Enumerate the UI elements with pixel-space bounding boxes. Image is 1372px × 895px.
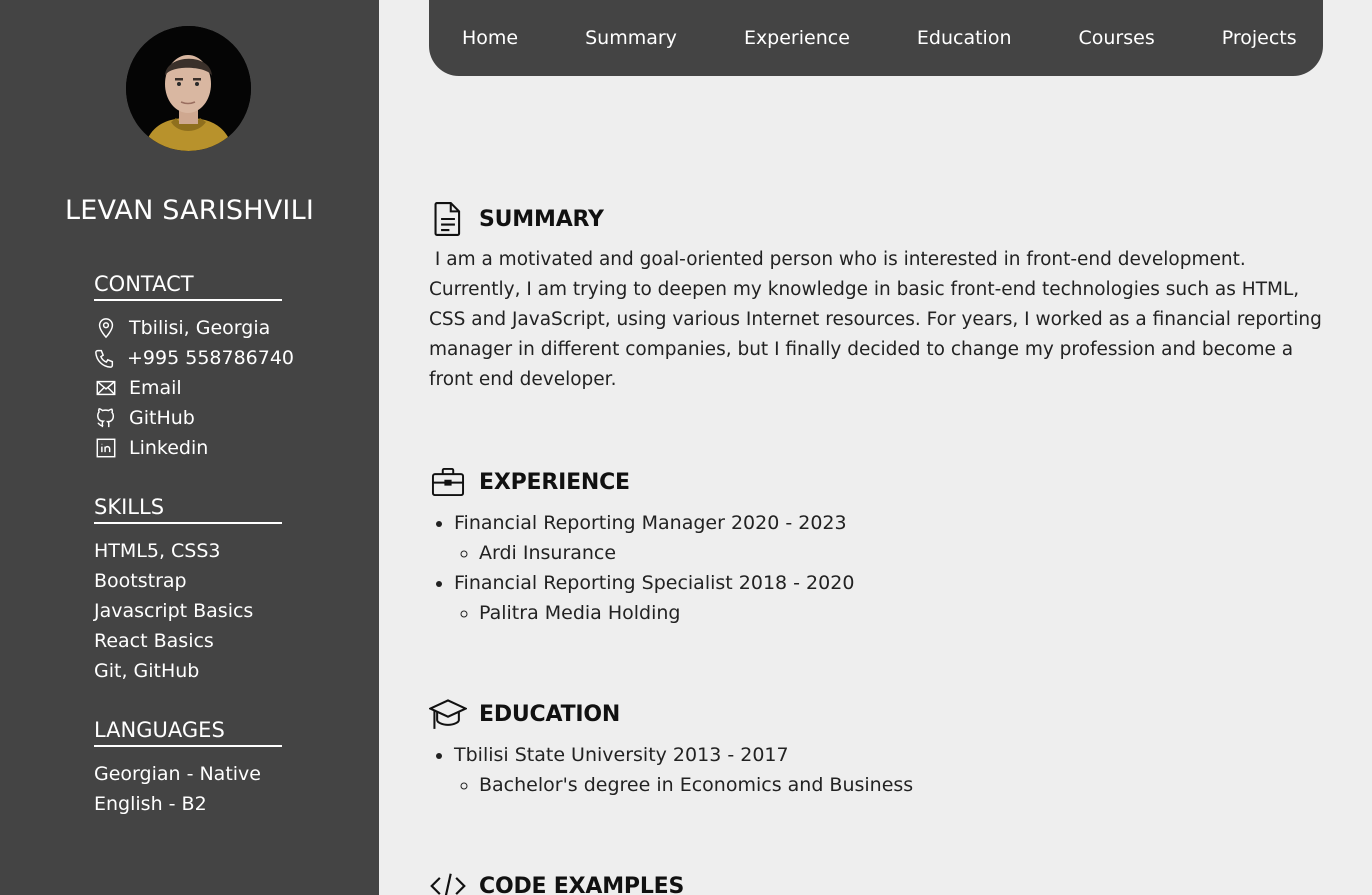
contact-phone-text[interactable]: +995 558786740 <box>127 343 294 373</box>
email-link[interactable]: Email <box>129 373 182 403</box>
contact-section: CONTACT Tbilisi, Georgia +995 558786740 … <box>94 272 294 463</box>
nav-projects[interactable]: Projects <box>1222 27 1297 49</box>
nav-courses[interactable]: Courses <box>1079 27 1155 49</box>
nav-education[interactable]: Education <box>917 27 1012 49</box>
education-degree: Bachelor's degree in Economics and Busin… <box>479 770 1329 800</box>
code-icon <box>429 867 467 895</box>
summary-section: SUMMARY I am a motivated and goal-orient… <box>429 199 1329 395</box>
code-examples-title: CODE EXAMPLES <box>479 873 685 895</box>
languages-section: LANGUAGES Georgian - Native English - B2 <box>94 718 282 819</box>
nav-home[interactable]: Home <box>462 27 518 49</box>
skills-heading: SKILLS <box>94 495 282 524</box>
top-nav: Home Summary Experience Education Course… <box>429 0 1323 76</box>
education-school: Tbilisi State University 2013 - 2017 <box>454 744 789 766</box>
education-title: EDUCATION <box>479 701 621 727</box>
briefcase-icon <box>429 463 467 501</box>
nav-experience[interactable]: Experience <box>744 27 850 49</box>
contact-phone[interactable]: +995 558786740 <box>94 343 294 373</box>
summary-title: SUMMARY <box>479 206 604 232</box>
contact-email[interactable]: Email <box>94 373 282 403</box>
contact-location-text: Tbilisi, Georgia <box>129 317 271 339</box>
education-section: EDUCATION Tbilisi State University 2013 … <box>429 694 1329 800</box>
linkedin-icon <box>94 436 118 460</box>
contact-location: Tbilisi, Georgia <box>94 313 282 343</box>
skill-item: Bootstrap <box>94 570 187 592</box>
code-examples-section: CODE EXAMPLES <box>429 866 1329 895</box>
experience-role: Financial Reporting Manager 2020 - 2023 <box>454 512 847 534</box>
github-icon <box>94 406 118 430</box>
contact-heading: CONTACT <box>94 272 282 301</box>
document-icon <box>429 200 467 238</box>
skill-item: Javascript Basics <box>94 600 254 622</box>
profile-name: LEVAN SARISHVILI <box>64 195 314 226</box>
experience-section: EXPERIENCE Financial Reporting Manager 2… <box>429 462 1329 628</box>
graduation-cap-icon <box>429 695 467 733</box>
linkedin-link[interactable]: Linkedin <box>129 433 208 463</box>
skill-item: Git, GitHub <box>94 660 200 682</box>
contact-github[interactable]: GitHub <box>94 403 282 433</box>
languages-heading: LANGUAGES <box>94 718 282 747</box>
github-link[interactable]: GitHub <box>129 403 195 433</box>
skills-section: SKILLS HTML5, CSS3 Bootstrap Javascript … <box>94 495 282 686</box>
skill-item: React Basics <box>94 630 214 652</box>
experience-title: EXPERIENCE <box>479 469 630 495</box>
phone-icon <box>94 346 116 370</box>
list-item: Financial Reporting Manager 2020 - 2023 … <box>454 508 1329 568</box>
envelope-icon <box>94 376 118 400</box>
language-item: English - B2 <box>94 793 207 815</box>
location-pin-icon <box>94 316 118 340</box>
avatar <box>126 26 251 151</box>
experience-role: Financial Reporting Specialist 2018 - 20… <box>454 572 855 594</box>
skill-item: HTML5, CSS3 <box>94 540 221 562</box>
experience-company: Palitra Media Holding <box>479 598 1329 628</box>
list-item: Tbilisi State University 2013 - 2017 Bac… <box>454 740 1329 800</box>
language-item: Georgian - Native <box>94 763 261 785</box>
experience-company: Ardi Insurance <box>479 538 1329 568</box>
sidebar: LEVAN SARISHVILI CONTACT Tbilisi, Georgi… <box>0 0 379 895</box>
contact-linkedin[interactable]: Linkedin <box>94 433 282 463</box>
summary-text: I am a motivated and goal-oriented perso… <box>429 249 1328 390</box>
list-item: Financial Reporting Specialist 2018 - 20… <box>454 568 1329 628</box>
nav-summary[interactable]: Summary <box>585 27 677 49</box>
